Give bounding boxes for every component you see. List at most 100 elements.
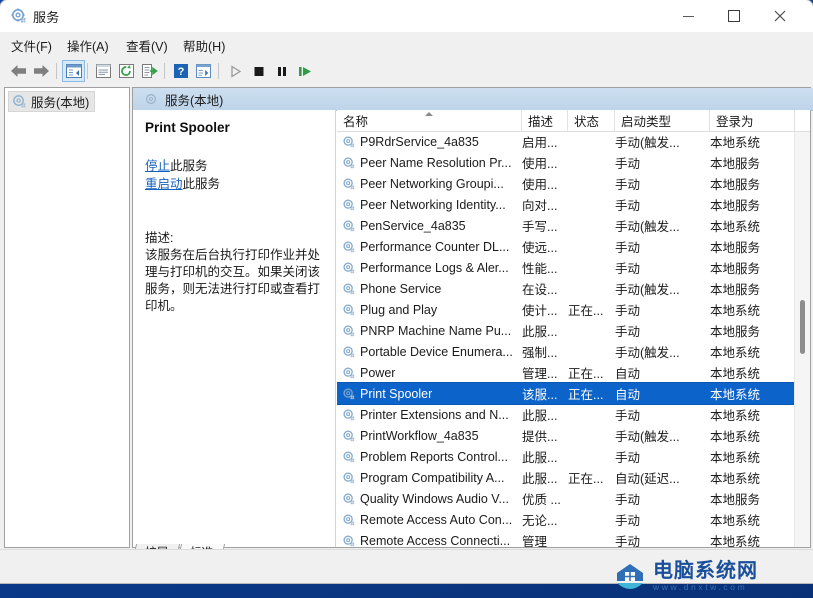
restart-service-line: 重启动此服务	[145, 175, 323, 193]
service-gear-icon	[342, 366, 356, 380]
cell-log-on-as: 本地系统	[710, 215, 760, 236]
cell-description: 向对...	[522, 194, 557, 215]
restart-service-icon	[298, 65, 312, 78]
table-row[interactable]: PrintWorkflow_4a835提供...手动(触发...本地系统	[337, 425, 795, 446]
stop-service-link[interactable]: 停止	[145, 159, 170, 173]
cell-log-on-as: 本地服务	[710, 257, 760, 278]
cell-description: 使远...	[522, 236, 557, 257]
service-gear-icon	[342, 345, 356, 359]
services-list-view: 名称 描述 状态 启动类型 登录为 P9RdrService_4a835启用..…	[337, 110, 810, 547]
cell-name: Printer Extensions and N...	[342, 404, 509, 425]
cell-startup-type: 手动(触发...	[615, 215, 680, 236]
cell-startup-type: 手动	[615, 446, 640, 467]
close-button[interactable]	[757, 0, 803, 32]
toolbar-separator	[87, 63, 88, 79]
cell-startup-type: 自动	[615, 362, 640, 383]
cell-description: 此服...	[522, 467, 557, 488]
help-button[interactable]: ?	[170, 61, 191, 81]
cell-description: 在设...	[522, 278, 557, 299]
column-name[interactable]: 名称	[337, 110, 522, 131]
cell-name: Performance Counter DL...	[342, 236, 509, 257]
table-row[interactable]: Power管理...正在...自动本地系统	[337, 362, 795, 383]
properties-button[interactable]	[93, 61, 114, 81]
table-row[interactable]: Performance Counter DL...使远...手动本地服务	[337, 236, 795, 257]
title-bar: 服务	[0, 0, 813, 32]
toolbar-separator	[56, 63, 57, 79]
desktop-background: 服务 文件(F) 操作(A) 查看(V) 帮助(H)	[0, 0, 813, 598]
table-row[interactable]: PNRP Machine Name Pu...此服...手动本地服务	[337, 320, 795, 341]
back-icon	[10, 64, 27, 78]
menu-view[interactable]: 查看(V)	[123, 36, 171, 54]
cell-description: 此服...	[522, 320, 557, 341]
forward-button[interactable]	[31, 61, 52, 81]
menu-help[interactable]: 帮助(H)	[180, 36, 228, 54]
restart-service-suffix: 此服务	[183, 177, 221, 191]
table-row[interactable]: PenService_4a835手写...手动(触发...本地系统	[337, 215, 795, 236]
cell-log-on-as: 本地系统	[710, 467, 760, 488]
export-list-icon	[142, 64, 158, 78]
cell-name: PNRP Machine Name Pu...	[342, 320, 511, 341]
sidebar-item-services-local[interactable]: 服务(本地)	[8, 91, 95, 112]
cell-startup-type: 手动	[615, 173, 640, 194]
maximize-button[interactable]	[711, 0, 757, 32]
vertical-scrollbar[interactable]	[794, 132, 810, 547]
svg-text:?: ?	[177, 66, 184, 78]
refresh-icon	[119, 64, 134, 78]
cell-status: 正在...	[568, 467, 603, 488]
cell-description: 使用...	[522, 152, 557, 173]
show-pane-button[interactable]	[193, 61, 214, 81]
column-startup-type[interactable]: 启动类型	[615, 110, 710, 131]
restart-service-button[interactable]	[294, 61, 315, 81]
column-log-on-as[interactable]: 登录为	[710, 110, 795, 131]
cell-name: Remote Access Auto Con...	[342, 509, 512, 530]
table-row[interactable]: Remote Access Auto Con...无论...手动本地系统	[337, 509, 795, 530]
cell-name: P9RdrService_4a835	[342, 131, 479, 152]
table-row[interactable]: Portable Device Enumera...强制...手动(触发...本…	[337, 341, 795, 362]
table-row[interactable]: Problem Reports Control...此服...手动本地系统	[337, 446, 795, 467]
table-row[interactable]: P9RdrService_4a835启用...手动(触发...本地系统	[337, 131, 795, 152]
watermark: 电脑系统网 www.dnxtw.com	[614, 556, 813, 596]
table-row[interactable]: Quality Windows Audio V...优质 ...手动本地服务	[337, 488, 795, 509]
table-row[interactable]: Plug and Play使计...正在...手动本地系统	[337, 299, 795, 320]
start-service-button[interactable]	[225, 61, 246, 81]
menu-action[interactable]: 操作(A)	[64, 36, 112, 54]
back-button[interactable]	[8, 61, 29, 81]
minimize-icon	[683, 16, 694, 17]
service-gear-icon	[342, 219, 356, 233]
column-status[interactable]: 状态	[568, 110, 615, 131]
cell-description: 无论...	[522, 509, 557, 530]
menu-file[interactable]: 文件(F)	[8, 36, 55, 54]
table-row[interactable]: Phone Service在设...手动(触发...本地服务	[337, 278, 795, 299]
table-row[interactable]: Peer Networking Identity...向对...手动本地服务	[337, 194, 795, 215]
table-row[interactable]: Program Compatibility A...此服...正在...自动(延…	[337, 467, 795, 488]
table-row[interactable]: Printer Extensions and N...此服...手动本地系统	[337, 404, 795, 425]
restart-service-link[interactable]: 重启动	[145, 177, 183, 191]
service-gear-icon	[342, 387, 356, 401]
scrollbar-thumb[interactable]	[800, 300, 805, 354]
cell-description: 优质 ...	[522, 488, 561, 509]
table-row[interactable]: Performance Logs & Aler...性能...手动本地服务	[337, 257, 795, 278]
column-description[interactable]: 描述	[522, 110, 568, 131]
cell-log-on-as: 本地系统	[710, 131, 760, 152]
close-icon	[774, 10, 786, 22]
export-list-button[interactable]	[139, 61, 160, 81]
refresh-button[interactable]	[116, 61, 137, 81]
service-gear-icon	[342, 471, 356, 485]
table-row-selected[interactable]: Print Spooler该服...正在...自动本地系统	[337, 383, 795, 404]
cell-startup-type: 手动	[615, 299, 640, 320]
service-gear-icon	[342, 177, 356, 191]
sidebar-item-label: 服务(本地)	[31, 92, 89, 111]
cell-log-on-as: 本地系统	[710, 509, 760, 530]
toolbar-separator	[164, 63, 165, 79]
table-row[interactable]: Peer Name Resolution Pr...使用...手动本地服务	[337, 152, 795, 173]
description-label: 描述:	[145, 227, 323, 246]
table-row[interactable]: Peer Networking Groupi...使用...手动本地服务	[337, 173, 795, 194]
maximize-icon	[728, 10, 740, 22]
stop-service-button[interactable]	[248, 61, 269, 81]
watermark-site-name: 电脑系统网	[653, 560, 758, 580]
pause-service-button[interactable]	[271, 61, 292, 81]
service-gear-icon	[342, 324, 356, 338]
minimize-button[interactable]	[665, 0, 711, 32]
show-hide-tree-button[interactable]	[63, 61, 84, 81]
toolbar: ?	[0, 57, 813, 85]
